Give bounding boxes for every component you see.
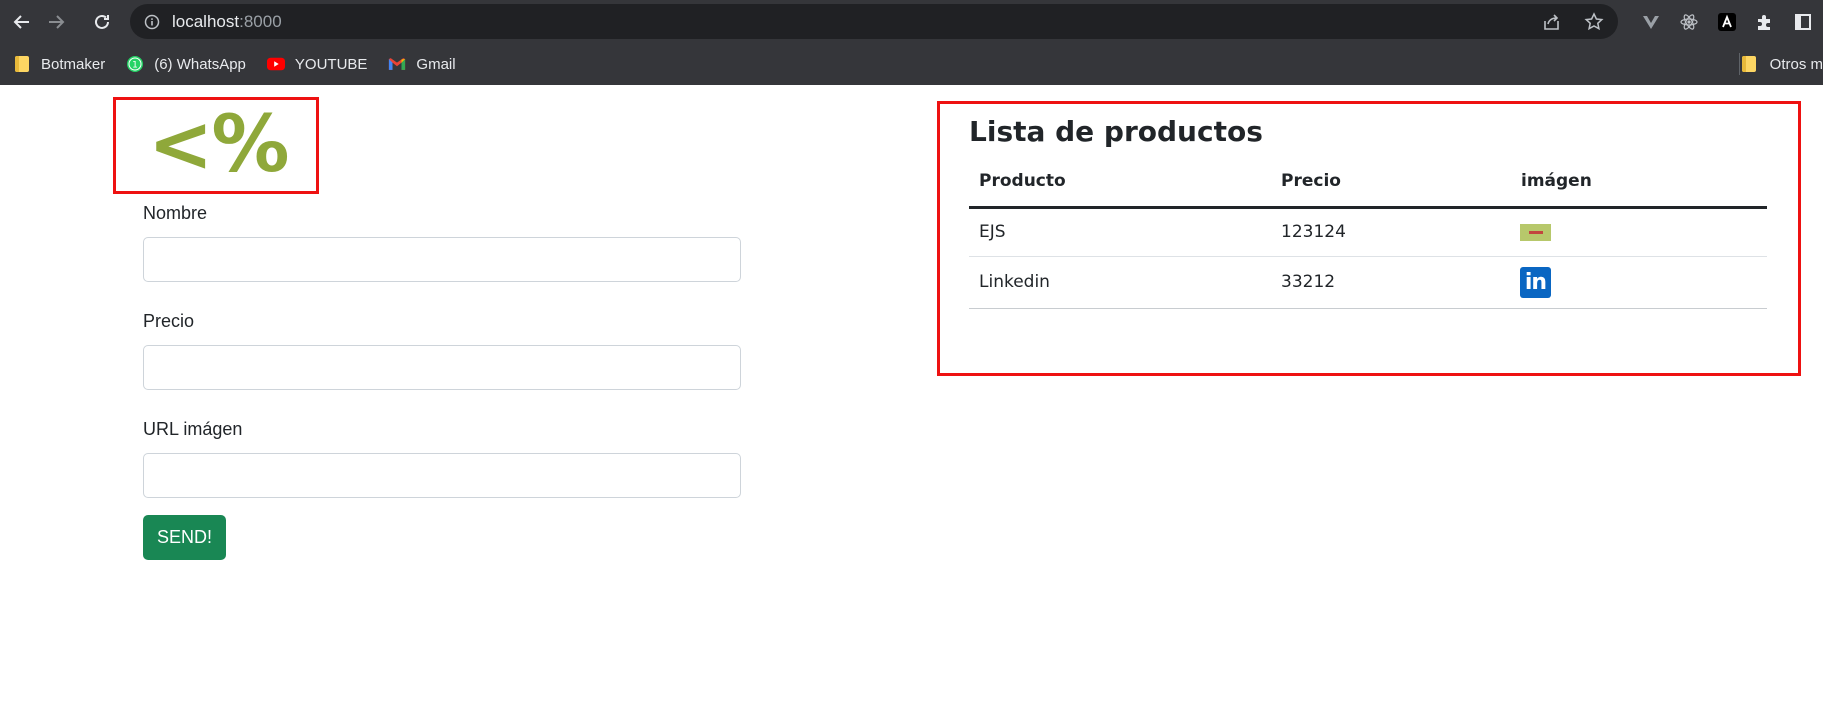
products-table: Producto Precio imágen EJS 123124 Linked… [969,157,1767,309]
bookmark-label: YOUTUBE [294,55,368,73]
product-form: Nombre Precio URL imágen SEND! [143,203,741,560]
bookmark-botmaker[interactable]: Botmaker [13,55,105,73]
forward-arrow-icon [49,15,65,29]
folder-icon [1741,55,1760,73]
table-row: EJS 123124 [969,207,1767,257]
url-imagen-label: URL imágen [143,419,243,439]
youtube-icon [266,55,285,73]
other-bookmarks[interactable]: Otros m [1741,43,1823,85]
bookmark-whatsapp[interactable]: 1 (6) WhatsApp [126,55,246,73]
bookmark-label: (6) WhatsApp [154,55,246,73]
bookmarks-separator [1739,53,1740,75]
react-devtools-icon[interactable] [1677,10,1701,34]
reload-button[interactable] [89,9,115,35]
column-header-producto: Producto [969,157,1271,209]
svg-text:1: 1 [132,61,138,71]
nombre-input[interactable] [143,237,741,282]
precio-input[interactable] [143,345,741,390]
address-bar[interactable]: localhost:8000 [130,4,1618,39]
bookmark-star-icon[interactable] [1584,11,1604,32]
ejs-thumbnail-image [1520,223,1551,241]
bookmark-youtube[interactable]: YOUTUBE [266,55,368,73]
bookmark-label: Gmail [416,55,456,73]
folder-icon [13,55,31,73]
table-header-row: Producto Precio imágen [969,157,1767,209]
product-list-title: Lista de productos [969,115,1263,148]
back-button[interactable] [9,9,35,35]
gmail-icon [388,55,406,73]
column-header-imagen: imágen [1511,157,1767,209]
bookmark-label: Botmaker [41,55,106,73]
url-imagen-input[interactable] [143,453,741,498]
site-info-icon[interactable] [144,14,160,30]
reload-icon [95,14,109,29]
linkedin-logo-image: in [1520,266,1551,298]
other-bookmarks-label: Otros m [1769,55,1823,73]
ejs-logo: <% [148,100,290,190]
page-content: <% Nombre Precio URL imágen SEND! Lista … [0,85,1823,722]
table-row: Linkedin 33212 in [969,256,1767,309]
extensions-puzzle-icon[interactable] [1753,10,1777,34]
send-button[interactable]: SEND! [143,515,226,560]
nombre-label: Nombre [143,203,208,223]
precio-label: Precio [143,311,195,331]
whatsapp-icon: 1 [126,55,144,73]
browser-chrome: localhost:8000 Botmaker 1 (6) WhatsApp Y… [0,0,1823,85]
column-header-precio: Precio [1271,157,1511,209]
vue-devtools-icon[interactable] [1639,10,1663,34]
back-arrow-icon [13,15,29,29]
side-panel-icon[interactable] [1791,10,1815,34]
browser-toolbar: localhost:8000 [0,0,1823,43]
angular-devtools-icon[interactable] [1715,10,1739,34]
bookmarks-bar: Botmaker 1 (6) WhatsApp YOUTUBE Gmail Ot… [0,43,1823,85]
product-list-panel: Lista de productos Producto Precio imáge… [937,101,1801,376]
cell-producto: Linkedin [969,256,1271,309]
logo-highlight-box: <% [113,97,319,194]
cell-imagen [1511,207,1767,257]
share-icon[interactable] [1542,12,1562,32]
url-text[interactable]: localhost:8000 [172,12,282,32]
cell-imagen: in [1511,256,1767,309]
cell-precio: 33212 [1271,256,1511,309]
forward-button[interactable] [43,9,69,35]
bookmark-gmail[interactable]: Gmail [388,55,456,73]
cell-precio: 123124 [1271,207,1511,257]
cell-producto: EJS [969,207,1271,257]
